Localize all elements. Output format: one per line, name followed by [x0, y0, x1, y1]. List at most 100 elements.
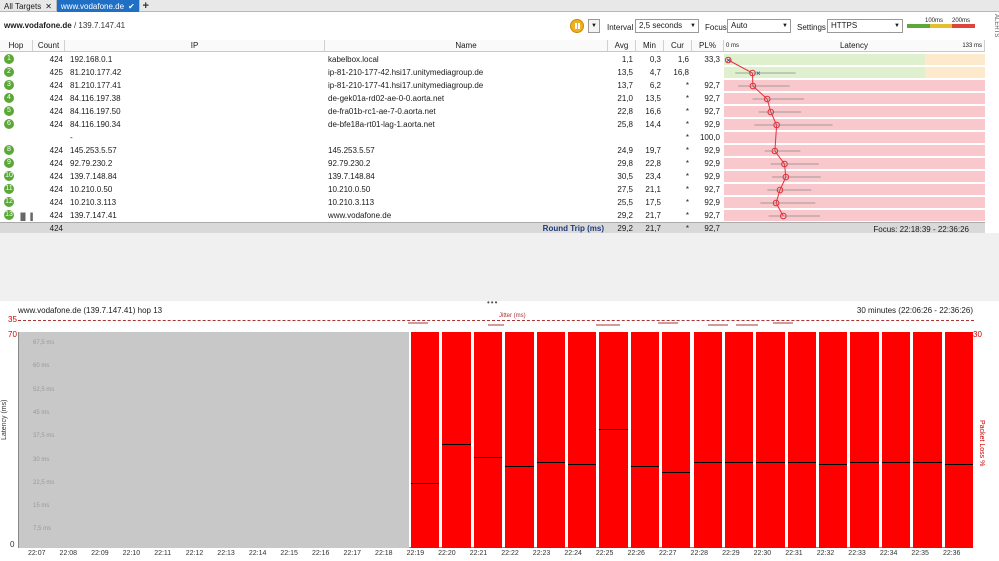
hop-pl: 92,7 — [704, 107, 720, 116]
settings-select[interactable]: HTTPS ▼ — [827, 19, 903, 33]
x-tick-label: 22:09 — [91, 550, 109, 557]
chevron-down-icon: ▼ — [782, 23, 788, 29]
col-latency[interactable]: 0 ms Latency 133 ms — [724, 40, 985, 52]
hop-avg: 30,5 — [617, 172, 633, 181]
no-data-region — [19, 332, 409, 548]
latency-mark — [662, 472, 691, 474]
hop-ip: 84.116.197.38 — [70, 94, 121, 103]
focus-select[interactable]: Auto ▼ — [727, 19, 791, 33]
col-cur[interactable]: Cur — [664, 40, 692, 52]
close-icon[interactable]: ✕ — [45, 2, 52, 11]
latency-graph: ×× — [724, 54, 985, 221]
hop-ip: 92.79.230.2 — [70, 159, 113, 168]
pause-button[interactable] — [570, 19, 584, 33]
alerts-tab[interactable]: ALERTS — [989, 14, 999, 44]
packet-loss-bar — [819, 332, 848, 548]
packet-loss-bar — [567, 332, 597, 548]
summary-cur: * — [685, 224, 689, 233]
toolbar: www.vodafone.de / 139.7.147.41 ▼ Interva… — [0, 15, 986, 37]
hop-count: 424 — [49, 211, 63, 220]
hop-status-icon: 12 — [4, 197, 14, 207]
col-avg[interactable]: Avg — [608, 40, 636, 52]
hop-status-icon: 9 — [4, 158, 14, 168]
tab-label: All Targets — [4, 1, 42, 11]
tab-all-targets[interactable]: All Targets ✕ — [0, 0, 57, 12]
hop-min: 14,4 — [645, 120, 661, 129]
pl-max-label: 30 — [973, 330, 982, 339]
x-tick-label: 22:14 — [248, 550, 267, 557]
hop-cur: * — [685, 146, 689, 155]
graph-icon[interactable]: ▐▌▐ — [18, 214, 33, 221]
packet-loss-bar — [756, 332, 785, 548]
latency-graph-column: × × — [724, 53, 985, 222]
x-tick-label: 22:20 — [438, 550, 456, 557]
x-tick-label: 22:22 — [501, 550, 519, 557]
packet-loss-bar — [630, 332, 660, 548]
col-count[interactable]: Count — [33, 40, 65, 52]
packet-loss-bar — [944, 332, 973, 548]
col-pl[interactable]: PL% — [692, 40, 724, 52]
hop-status-icon: 1 — [4, 54, 14, 64]
hop-avg: 1,1 — [621, 55, 633, 64]
hop-ip: 139.7.148.84 — [70, 172, 117, 181]
latency-band — [724, 119, 985, 130]
y-tick-label: 7,5 ms — [33, 526, 52, 533]
hop-avg: 27,5 — [617, 185, 633, 194]
interval-select[interactable]: 2,5 seconds ▼ — [635, 19, 699, 33]
y-tick-label: 30 ms — [33, 456, 50, 463]
hop-cur: * — [685, 185, 689, 194]
focus-label: Focus — [705, 23, 727, 32]
latency-history-graph[interactable]: 67,5 ms 60 ms 52,5 ms 45 ms 37,5 ms 30 ms 22,5… — [18, 332, 973, 548]
hop-pl: 92,9 — [704, 159, 720, 168]
col-hop[interactable]: Hop — [0, 40, 33, 52]
hop-count: 424 — [49, 159, 63, 168]
hop-count: 424 — [49, 172, 63, 181]
settings-label: Settings — [797, 23, 826, 32]
latency-mark — [567, 463, 597, 465]
hop-cur: * — [685, 81, 689, 90]
hop-status-icon: 8 — [4, 145, 14, 155]
latency-mark — [693, 461, 722, 463]
hop-name: ip-81-210-177-42.hsi17.unitymediagroup.d… — [328, 68, 484, 77]
latency-mark — [630, 465, 660, 467]
x-tick-label: 22:34 — [879, 550, 898, 557]
hop-status-icon: 2 — [4, 67, 14, 77]
hop-pl: 92,7 — [704, 94, 720, 103]
hop-status-icon: 4 — [4, 93, 14, 103]
hop-cur: * — [685, 120, 689, 129]
summary-row: 424 Round Trip (ms) 29,2 21,7 * 92,7 Foc… — [0, 222, 985, 234]
summary-avg: 29,2 — [617, 224, 633, 233]
x-tick-label: 22:28 — [690, 550, 709, 557]
hop-name: kabelbox.local — [328, 55, 379, 64]
hop-name: 10.210.0.50 — [328, 185, 371, 194]
x-tick-label: 22:21 — [469, 550, 488, 557]
latency-max-label: 133 ms — [962, 42, 982, 49]
col-name[interactable]: Name — [325, 40, 608, 52]
hop-cur: 1,6 — [677, 55, 689, 64]
splitter-handle[interactable]: ••• — [487, 298, 498, 307]
latency-mark — [756, 461, 785, 463]
col-ip[interactable]: IP — [65, 40, 325, 52]
x-tick-label: 22:24 — [564, 550, 582, 557]
hop-count: 424 — [49, 55, 63, 64]
graph-time-range[interactable]: 30 minutes (22:06:26 - 22:36:26) — [857, 306, 973, 315]
graph-title: www.vodafone.de (139.7.147.41) hop 13 — [18, 306, 163, 315]
hop-count: 424 — [49, 107, 63, 116]
x-tick-label: 22:16 — [311, 550, 330, 557]
hop-ip: 84.116.190.34 — [70, 120, 121, 129]
add-tab-icon[interactable]: + — [140, 0, 152, 12]
hop-min: 17,5 — [645, 198, 661, 207]
hop-name: de-fra01b-rc1-ae-7-0.aorta.net — [328, 107, 436, 116]
hop-pl: 92,7 — [704, 185, 720, 194]
hop-pl: 92,9 — [704, 198, 720, 207]
latency-band-warn — [925, 54, 985, 65]
tab-vodafone[interactable]: www.vodafone.de ✔ — [56, 0, 140, 12]
x-tick-label: 22:07 — [28, 550, 46, 557]
x-tick-label: 22:08 — [59, 550, 78, 557]
col-min[interactable]: Min — [636, 40, 664, 52]
x-tick-label: 22:11 — [154, 550, 172, 557]
latency-mark — [411, 483, 440, 485]
hop-pl: 100,0 — [699, 133, 720, 142]
pause-dropdown-button[interactable]: ▼ — [588, 19, 600, 33]
x-tick-label: 22:35 — [911, 550, 929, 557]
